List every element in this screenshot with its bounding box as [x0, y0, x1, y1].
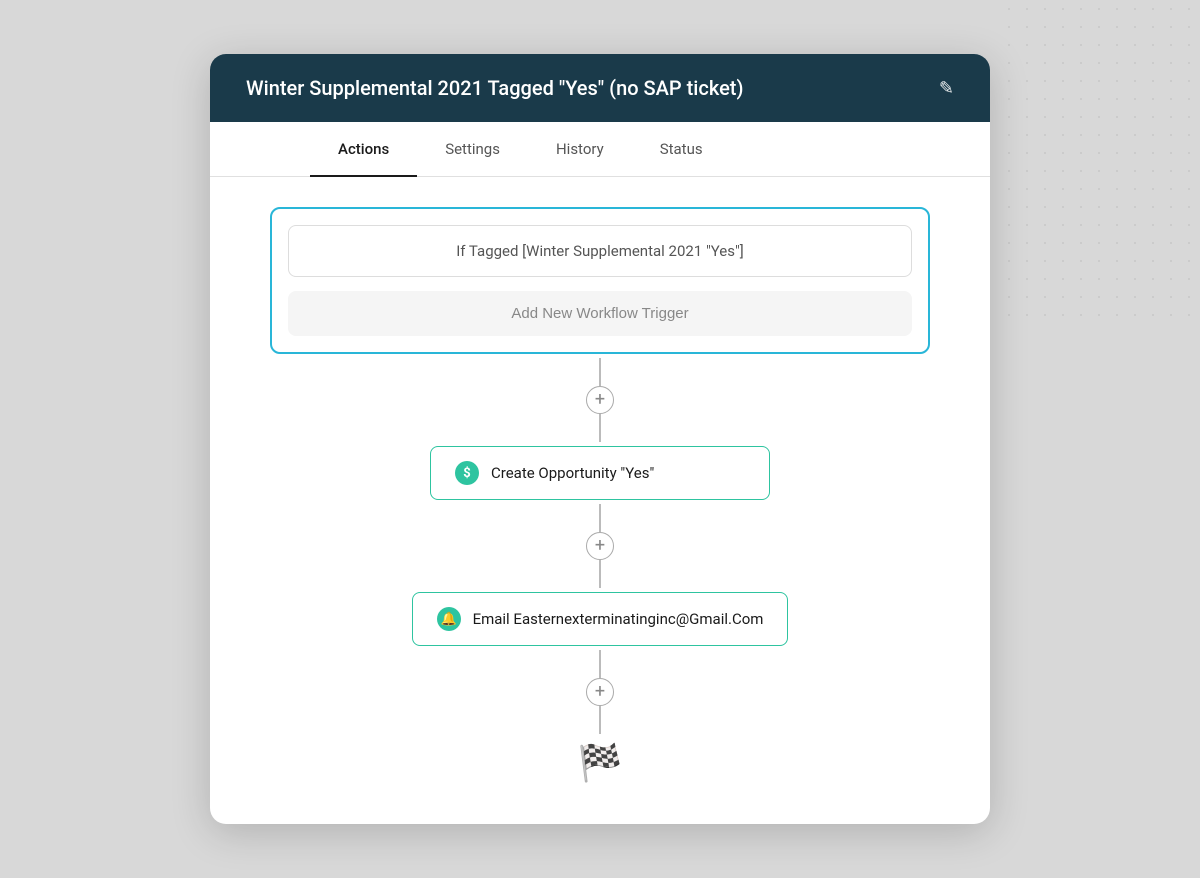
add-trigger-button[interactable]: Add New Workflow Trigger [288, 291, 912, 336]
connector-line-1b [599, 414, 601, 442]
connector-line-3 [599, 650, 601, 678]
tab-history[interactable]: History [528, 122, 632, 176]
dot-grid-decoration [1000, 0, 1200, 320]
trigger-condition[interactable]: If Tagged [Winter Supplemental 2021 "Yes… [288, 225, 912, 277]
connector-2: + [586, 504, 614, 588]
finish-flag: 🏁 [578, 742, 623, 784]
connector-line-1 [599, 358, 601, 386]
action-create-opportunity[interactable]: $ Create Opportunity "Yes" [430, 446, 770, 500]
tab-settings[interactable]: Settings [417, 122, 528, 176]
tab-status[interactable]: Status [632, 122, 731, 176]
add-step-2[interactable]: + [586, 532, 614, 560]
main-card: Winter Supplemental 2021 Tagged "Yes" (n… [210, 54, 990, 824]
action-send-email[interactable]: 🔔 Email Easternexterminatinginc@Gmail.Co… [412, 592, 789, 646]
connector-line-2b [599, 560, 601, 588]
connector-line-2 [599, 504, 601, 532]
tab-actions[interactable]: Actions [310, 122, 417, 176]
email-icon: 🔔 [437, 607, 461, 631]
connector-1: + [586, 358, 614, 442]
edit-icon[interactable]: ✎ [939, 78, 954, 99]
email-label: Email Easternexterminatinginc@Gmail.Com [473, 610, 764, 628]
opportunity-icon: $ [455, 461, 479, 485]
card-header: Winter Supplemental 2021 Tagged "Yes" (n… [210, 54, 990, 122]
actions-content: If Tagged [Winter Supplemental 2021 "Yes… [210, 177, 990, 824]
add-step-3[interactable]: + [586, 678, 614, 706]
opportunity-label: Create Opportunity "Yes" [491, 464, 654, 482]
connector-3: + [586, 650, 614, 734]
tabs-bar: Actions Settings History Status [210, 122, 990, 177]
trigger-box: If Tagged [Winter Supplemental 2021 "Yes… [270, 207, 930, 354]
page-wrapper: Winter Supplemental 2021 Tagged "Yes" (n… [0, 0, 1200, 878]
add-step-1[interactable]: + [586, 386, 614, 414]
connector-line-3b [599, 706, 601, 734]
workflow-title: Winter Supplemental 2021 Tagged "Yes" (n… [246, 76, 927, 100]
